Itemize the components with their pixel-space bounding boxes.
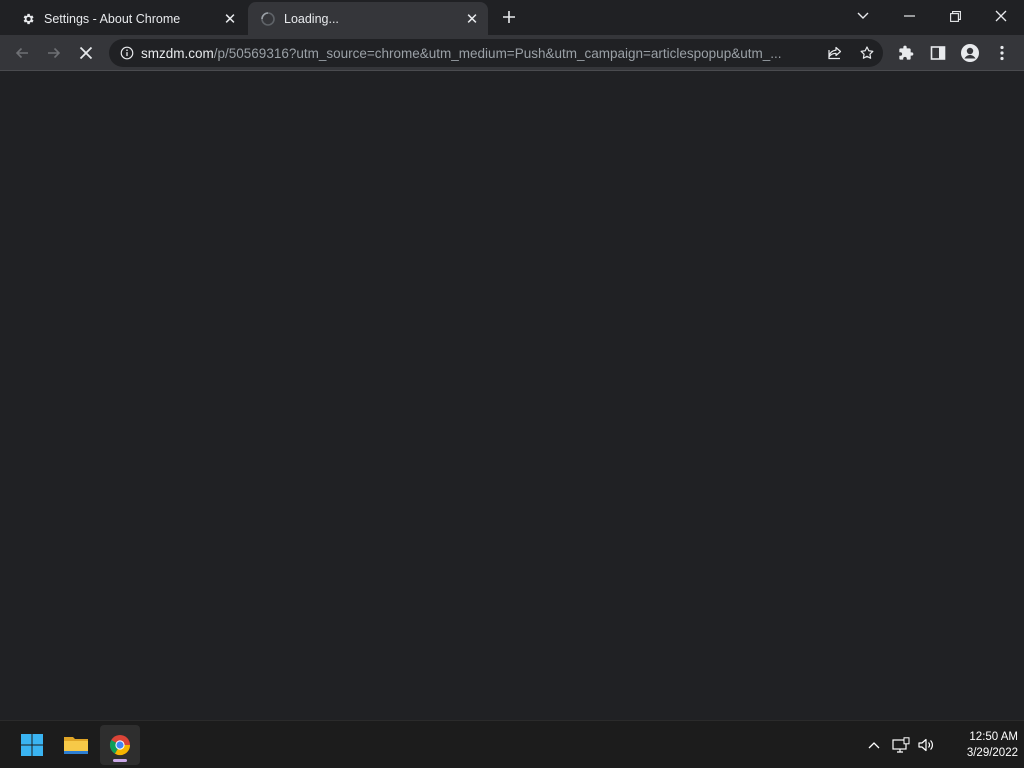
windows-start-icon xyxy=(21,734,43,756)
speaker-icon xyxy=(918,738,933,752)
minimize-icon xyxy=(903,15,915,17)
running-indicator xyxy=(113,759,127,762)
site-info-icon[interactable] xyxy=(113,39,141,67)
puzzle-icon xyxy=(899,45,914,60)
kebab-menu-icon xyxy=(1000,45,1004,61)
back-arrow-icon xyxy=(15,47,28,59)
clock-time: 12:50 AM xyxy=(969,731,1018,743)
forward-arrow-icon xyxy=(48,47,61,59)
show-hidden-icons-button[interactable] xyxy=(862,733,886,757)
start-button[interactable] xyxy=(12,725,52,765)
tab-strip: Settings - About Chrome ✕ Loading... ✕ xyxy=(0,0,1024,35)
clock-date: 3/29/2022 xyxy=(966,747,1018,759)
plus-icon xyxy=(503,11,515,23)
share-icon xyxy=(828,46,842,60)
restore-button[interactable] xyxy=(932,0,978,32)
system-clock[interactable]: 12:50 AM 3/29/2022 xyxy=(940,729,1018,761)
profile-button[interactable] xyxy=(956,39,984,67)
chrome-taskbar-button[interactable] xyxy=(100,725,140,765)
forward-button[interactable] xyxy=(40,39,68,67)
taskbar: 12:50 AM 3/29/2022 xyxy=(0,720,1024,768)
loading-spinner-icon xyxy=(260,11,276,27)
extensions-button[interactable] xyxy=(892,39,920,67)
share-button[interactable] xyxy=(821,39,849,67)
new-tab-button[interactable] xyxy=(498,6,520,28)
close-window-button[interactable] xyxy=(978,0,1024,32)
stop-icon xyxy=(79,46,93,60)
minimize-button[interactable] xyxy=(886,0,932,32)
chrome-icon xyxy=(109,735,131,756)
file-explorer-button[interactable] xyxy=(56,725,96,765)
tab-close-icon[interactable]: ✕ xyxy=(462,9,482,29)
network-button[interactable] xyxy=(889,733,913,757)
page-content-area[interactable] xyxy=(0,71,1024,720)
address-bar[interactable]: smzdm.com/p/50569316?utm_source=chrome&u… xyxy=(109,39,883,67)
tab-title: Settings - About Chrome xyxy=(44,11,181,26)
url-host: smzdm.com xyxy=(141,45,214,61)
bookmark-button[interactable] xyxy=(853,39,881,67)
url-path: /p/50569316?utm_source=chrome&utm_medium… xyxy=(213,45,782,61)
stop-loading-button[interactable] xyxy=(72,39,100,67)
tab-close-icon[interactable]: ✕ xyxy=(220,9,240,29)
restore-icon xyxy=(949,10,961,22)
network-icon xyxy=(892,737,910,753)
back-button[interactable] xyxy=(8,39,36,67)
gear-icon xyxy=(20,11,36,27)
avatar-icon xyxy=(961,44,979,62)
url-text[interactable]: smzdm.com/p/50569316?utm_source=chrome&u… xyxy=(141,46,811,61)
tab-loading[interactable]: Loading... ✕ xyxy=(248,2,488,35)
side-panel-button[interactable] xyxy=(924,39,952,67)
side-panel-icon xyxy=(930,46,946,60)
tab-title: Loading... xyxy=(284,11,339,26)
chevron-down-icon xyxy=(857,12,869,19)
browser-toolbar: smzdm.com/p/50569316?utm_source=chrome&u… xyxy=(0,35,1024,71)
menu-button[interactable] xyxy=(988,39,1016,67)
file-explorer-icon xyxy=(64,737,88,754)
close-icon xyxy=(995,10,1007,22)
tab-search-button[interactable] xyxy=(840,0,886,32)
tab-settings-about-chrome[interactable]: Settings - About Chrome ✕ xyxy=(8,2,246,35)
chevron-up-icon xyxy=(868,742,880,749)
volume-button[interactable] xyxy=(914,733,938,757)
star-icon xyxy=(860,46,874,59)
